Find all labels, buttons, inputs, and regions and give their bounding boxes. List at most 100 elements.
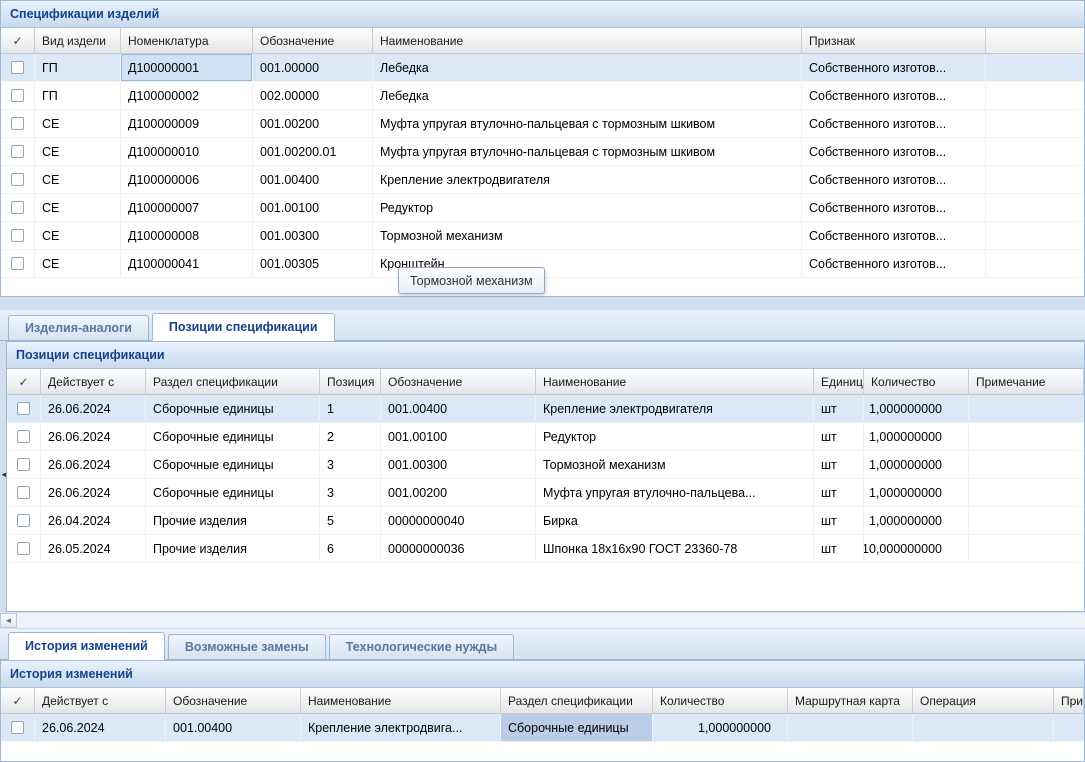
- cell-nomenklatura: Д100000006: [121, 166, 253, 193]
- cell-naimenovanie: Крепление электродвигателя: [373, 166, 802, 193]
- column-header-primechanie[interactable]: Примечание: [969, 369, 1084, 394]
- row-checkbox-cell: [1, 54, 35, 81]
- table-row[interactable]: СЕ Д100000009 001.00200 Муфта упругая вт…: [1, 110, 1084, 138]
- column-header-naimenovanie[interactable]: Наименование: [373, 28, 802, 53]
- row-checkbox-cell: [7, 451, 41, 478]
- row-checkbox[interactable]: [11, 145, 24, 158]
- row-checkbox[interactable]: [11, 721, 24, 734]
- history-grid-header: ✓ Действует с Обозначение Наименование Р…: [1, 688, 1084, 714]
- cell-kolichestvo: 1,000000000: [653, 714, 788, 741]
- column-header-edinitsa[interactable]: Единица: [814, 369, 864, 394]
- cell-deystvuet-s: 26.06.2024: [41, 423, 146, 450]
- cell-kolichestvo: 1,000000000: [864, 507, 969, 534]
- cell-razdel: Сборочные единицы: [146, 395, 320, 422]
- column-header-oboznachenie[interactable]: Обозначение: [381, 369, 536, 394]
- row-checkbox[interactable]: [17, 430, 30, 443]
- column-header-naimenovanie[interactable]: Наименование: [536, 369, 814, 394]
- cell-razdel: Сборочные единицы: [146, 479, 320, 506]
- column-header-pozitsiya[interactable]: Позиция ▲: [320, 369, 381, 394]
- row-checkbox-cell: [7, 535, 41, 562]
- cell-naimenovanie: Лебедка: [373, 82, 802, 109]
- column-header-oboznachenie[interactable]: Обозначение: [166, 688, 301, 713]
- cell-vid: СЕ: [35, 138, 121, 165]
- table-row[interactable]: 26.05.2024 Прочие изделия 6 00000000036 …: [7, 535, 1084, 563]
- cell-deystvuet-s: 26.05.2024: [41, 535, 146, 562]
- table-row[interactable]: 26.06.2024 Сборочные единицы 1 001.00400…: [7, 395, 1084, 423]
- table-row[interactable]: ГП Д100000001 001.00000 Лебедка Собствен…: [1, 54, 1084, 82]
- check-icon: ✓: [12, 694, 22, 708]
- tab-istoriya-izmeneniy[interactable]: История изменений: [8, 632, 165, 660]
- cell-oboznachenie: 00000000036: [381, 535, 536, 562]
- scroll-left-button[interactable]: ◄: [0, 613, 17, 628]
- row-checkbox[interactable]: [11, 89, 24, 102]
- table-row[interactable]: 26.04.2024 Прочие изделия 5 00000000040 …: [7, 507, 1084, 535]
- tab-izdeliya-analogi[interactable]: Изделия-аналоги: [8, 315, 149, 340]
- column-header-deystvuet-s[interactable]: Действует с: [41, 369, 146, 394]
- row-checkbox[interactable]: [17, 514, 30, 527]
- row-checkbox[interactable]: [17, 486, 30, 499]
- cell-razdel: Прочие изделия: [146, 507, 320, 534]
- cell-filler: [986, 54, 1084, 81]
- cell-marshrutnaya-karta: [788, 714, 913, 741]
- column-header-primechanie[interactable]: При: [1054, 688, 1084, 713]
- select-all-header[interactable]: ✓: [7, 369, 41, 394]
- column-header-nomenklatura[interactable]: Номенклатура: [121, 28, 253, 53]
- column-header-priznak[interactable]: Признак: [802, 28, 986, 53]
- cell-priznak: Собственного изготов...: [802, 138, 986, 165]
- table-row[interactable]: СЕ Д100000006 001.00400 Крепление электр…: [1, 166, 1084, 194]
- cell-edinitsa: шт: [814, 395, 864, 422]
- row-checkbox[interactable]: [11, 229, 24, 242]
- tab-vozmozhnye-zameny[interactable]: Возможные замены: [168, 634, 326, 659]
- table-row[interactable]: 26.06.2024 Сборочные единицы 2 001.00100…: [7, 423, 1084, 451]
- spec-grid-header: ✓ Вид издели Номенклатура Обозначение На…: [1, 28, 1084, 54]
- column-header-razdel[interactable]: Раздел спецификации: [146, 369, 320, 394]
- column-header-oboznachenie[interactable]: Обозначение: [253, 28, 373, 53]
- table-row[interactable]: СЕ Д100000008 001.00300 Тормозной механи…: [1, 222, 1084, 250]
- table-row[interactable]: 26.06.2024 001.00400 Крепление электродв…: [1, 714, 1084, 742]
- column-header-kolichestvo[interactable]: Количество: [864, 369, 969, 394]
- cell-filler: [986, 250, 1084, 277]
- table-row[interactable]: 26.06.2024 Сборочные единицы 3 001.00200…: [7, 479, 1084, 507]
- cell-pozitsiya: 2: [320, 423, 381, 450]
- cell-pozitsiya: 1: [320, 395, 381, 422]
- row-checkbox[interactable]: [11, 201, 24, 214]
- cell-priznak: Собственного изготов...: [802, 222, 986, 249]
- cell-oboznachenie: 001.00400: [166, 714, 301, 741]
- row-checkbox[interactable]: [11, 257, 24, 270]
- row-checkbox[interactable]: [17, 458, 30, 471]
- column-header-kolichestvo[interactable]: Количество: [653, 688, 788, 713]
- cell-filler: [986, 110, 1084, 137]
- column-header-vid-izdeliya[interactable]: Вид издели: [35, 28, 121, 53]
- column-header-deystvuet-s[interactable]: Действует с: [35, 688, 166, 713]
- cell-filler: [986, 166, 1084, 193]
- tab-tekhnologicheskie-nuzhdy[interactable]: Технологические нужды: [329, 634, 514, 659]
- table-row[interactable]: ГП Д100000002 002.00000 Лебедка Собствен…: [1, 82, 1084, 110]
- row-checkbox[interactable]: [17, 542, 30, 555]
- tooltip: Тормозной механизм: [398, 267, 545, 294]
- select-all-header[interactable]: ✓: [1, 688, 35, 713]
- cell-filler: [986, 194, 1084, 221]
- cell-razdel: Сборочные единицы: [146, 451, 320, 478]
- table-row[interactable]: СЕ Д100000007 001.00100 Редуктор Собстве…: [1, 194, 1084, 222]
- cell-kolichestvo: 1,000000000: [864, 423, 969, 450]
- row-checkbox[interactable]: [11, 61, 24, 74]
- spec-panel-title: Спецификации изделий: [10, 7, 159, 21]
- row-checkbox[interactable]: [11, 173, 24, 186]
- column-header-marshrutnaya-karta[interactable]: Маршрутная карта: [788, 688, 913, 713]
- cell-edinitsa: шт: [814, 451, 864, 478]
- row-checkbox[interactable]: [17, 402, 30, 415]
- cell-razdel: Сборочные единицы: [501, 714, 653, 741]
- table-row[interactable]: 26.06.2024 Сборочные единицы 3 001.00300…: [7, 451, 1084, 479]
- row-checkbox-cell: [1, 194, 35, 221]
- column-header-operatsiya[interactable]: Операция: [913, 688, 1054, 713]
- select-all-header[interactable]: ✓: [1, 28, 35, 53]
- column-header-razdel[interactable]: Раздел спецификации: [501, 688, 653, 713]
- horizontal-scrollbar[interactable]: ◄: [0, 612, 1085, 628]
- table-row[interactable]: СЕ Д100000010 001.00200.01 Муфта упругая…: [1, 138, 1084, 166]
- row-checkbox[interactable]: [11, 117, 24, 130]
- cell-kolichestvo: 1,000000000: [864, 479, 969, 506]
- column-header-naimenovanie[interactable]: Наименование: [301, 688, 501, 713]
- tab-pozitsii-spetsifikatsii[interactable]: Позиции спецификации: [152, 313, 335, 341]
- cell-vid: ГП: [35, 54, 121, 81]
- cell-primechanie: [969, 423, 1084, 450]
